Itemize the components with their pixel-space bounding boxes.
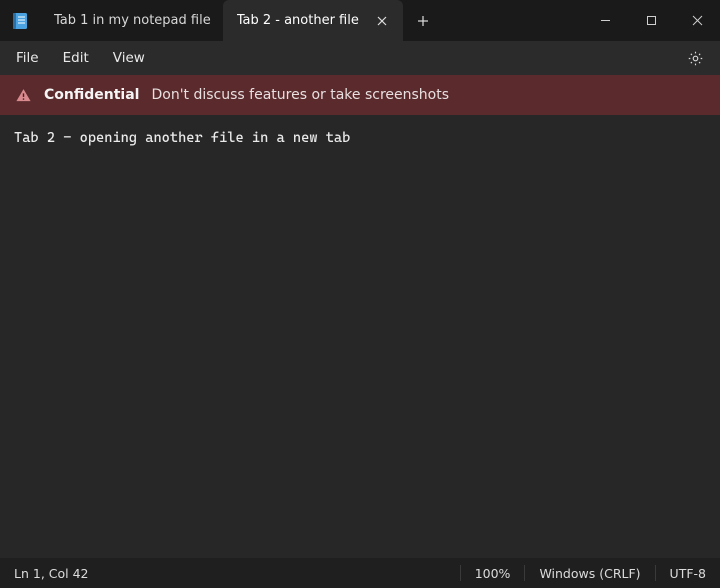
tab-2[interactable]: Tab 2 - another file [223, 0, 403, 41]
status-encoding[interactable]: UTF-8 [656, 558, 720, 588]
warning-triangle-icon [14, 86, 32, 104]
tab-title: Tab 1 in my notepad file [54, 13, 211, 28]
confidential-banner: Confidential Don't discuss features or t… [0, 75, 720, 115]
tab-title: Tab 2 - another file [237, 13, 359, 28]
status-zoom[interactable]: 100% [461, 558, 525, 588]
text-editor[interactable]: Tab 2 - opening another file in a new ta… [0, 115, 720, 558]
menu-edit[interactable]: Edit [51, 46, 101, 70]
app-icon [0, 0, 40, 41]
tab-strip: Tab 1 in my notepad file Tab 2 - another… [0, 0, 582, 41]
close-tab-button[interactable] [373, 12, 391, 30]
tab-1[interactable]: Tab 1 in my notepad file [40, 0, 223, 41]
new-tab-button[interactable] [403, 0, 443, 41]
banner-message: Don't discuss features or take screensho… [151, 87, 449, 103]
menu-file[interactable]: File [4, 46, 51, 70]
status-line-ending[interactable]: Windows (CRLF) [525, 558, 654, 588]
app-window: Tab 1 in my notepad file Tab 2 - another… [0, 0, 720, 588]
title-bar: Tab 1 in my notepad file Tab 2 - another… [0, 0, 720, 41]
menu-view[interactable]: View [101, 46, 157, 70]
status-bar: Ln 1, Col 42 100% Windows (CRLF) UTF-8 [0, 558, 720, 588]
menu-bar: File Edit View [0, 41, 720, 75]
settings-button[interactable] [678, 44, 712, 72]
close-window-button[interactable] [674, 0, 720, 41]
status-cursor-position[interactable]: Ln 1, Col 42 [0, 558, 103, 588]
minimize-button[interactable] [582, 0, 628, 41]
window-controls [582, 0, 720, 41]
banner-title: Confidential [44, 87, 139, 103]
maximize-button[interactable] [628, 0, 674, 41]
